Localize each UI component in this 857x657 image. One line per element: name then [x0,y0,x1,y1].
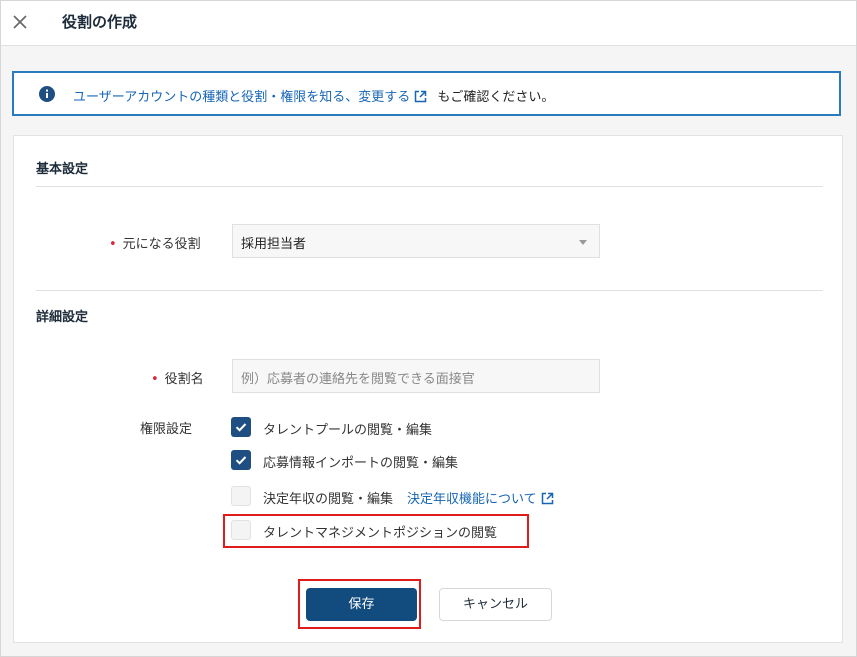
check-icon [235,456,247,465]
base-role-value: 採用担当者 [241,237,307,252]
section-title-detail: 詳細設定 [36,310,89,325]
info-banner: ユーザーアカウントの種類と役割・権限を知る、変更する もご確認ください。 [12,71,841,116]
role-name-label: • 役割名 [151,372,204,387]
required-mark: • [109,237,117,252]
permission-label: 決定年収の閲覧・編集 決定年収機能について [263,488,554,509]
divider [36,290,823,291]
checkbox-application-import[interactable] [231,450,251,470]
info-icon [39,86,55,102]
modal: 役割の作成 ユーザーアカウントの種類と役割・権限を知る、変更する もご確認くださ… [0,0,857,657]
required-mark: • [151,372,159,387]
close-icon[interactable] [11,13,29,31]
permission-label: タレントプールの閲覧・編集 [263,423,433,438]
base-role-select[interactable]: 採用担当者 [232,224,600,258]
cancel-button[interactable]: キャンセル [439,588,552,621]
account-roles-link[interactable]: ユーザーアカウントの種類と役割・権限を知る、変更する [73,90,427,105]
modal-title: 役割の作成 [62,13,138,31]
role-name-placeholder: 例）応募者の連絡先を閲覧できる面接官 [241,372,475,387]
role-name-input[interactable]: 例）応募者の連絡先を閲覧できる面接官 [232,359,600,393]
info-text: ユーザーアカウントの種類と役割・権限を知る、変更する もご確認ください。 [73,86,554,107]
section-title-basic: 基本設定 [36,162,89,177]
check-icon [235,423,247,432]
checkbox-talent-pool[interactable] [231,417,251,437]
base-role-label: • 元になる役割 [109,237,201,252]
permission-label: 応募情報インポートの閲覧・編集 [263,456,459,471]
modal-header: 役割の作成 [1,1,856,46]
form-card: 基本設定 • 元になる役割 採用担当者 詳細設定 • 役割名 例）応募者の連絡先を閲… [13,135,843,643]
highlight-box [223,514,529,548]
checkbox-decided-salary[interactable] [231,486,251,506]
info-suffix: もご確認ください。 [437,90,555,105]
account-roles-link-label: ユーザーアカウントの種類と役割・権限を知る、変更する [73,90,411,105]
external-link-icon [541,492,554,509]
decided-salary-link[interactable]: 決定年収機能について [407,492,554,507]
divider [36,186,823,187]
external-link-icon [414,90,427,107]
chevron-down-icon [579,240,587,245]
save-button[interactable]: 保存 [306,588,417,621]
permissions-label: 権限設定 [140,422,193,437]
